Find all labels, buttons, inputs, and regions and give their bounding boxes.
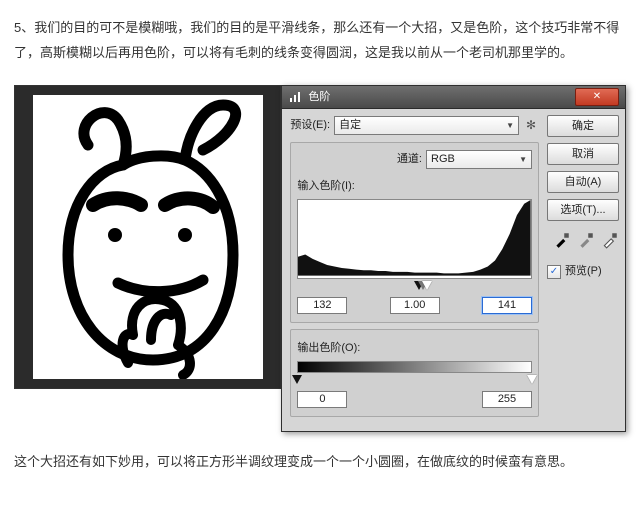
- preset-label: 预设(E):: [290, 115, 330, 136]
- dialog-body: 预设(E): 自定 ▼ ✻ 通道: RGB ▼: [282, 109, 625, 431]
- paragraph-bottom: 这个大招还有如下妙用，可以将正方形半调纹理变成一个一个小圆圈，在做底纹的时候蛮有…: [14, 450, 626, 475]
- close-icon: ✕: [593, 92, 601, 102]
- output-gradient: [297, 361, 532, 373]
- preset-value: 自定: [339, 115, 361, 136]
- dialog-right-column: 确定 取消 自动(A) 选项(T)... ✓ 预: [547, 115, 619, 423]
- auto-button[interactable]: 自动(A): [547, 171, 619, 193]
- output-black-field[interactable]: 0: [297, 391, 347, 408]
- eyedropper-white-button[interactable]: [601, 231, 619, 249]
- eyedropper-gray-icon: [577, 231, 595, 249]
- input-levels-label: 输入色阶(I):: [297, 176, 532, 197]
- input-black-field[interactable]: 132: [297, 297, 347, 314]
- preview-checkbox[interactable]: ✓: [547, 265, 561, 279]
- output-levels-group: 输出色阶(O): 0 255: [290, 329, 539, 417]
- eyedropper-gray-button[interactable]: [577, 231, 595, 249]
- output-slider-track[interactable]: [297, 375, 532, 387]
- input-values-row: 132 1.00 141: [297, 297, 532, 314]
- preset-row: 预设(E): 自定 ▼ ✻: [290, 115, 539, 136]
- chevron-down-icon: ▼: [506, 118, 514, 133]
- paragraph-top: 5、我们的目的可不是模糊哦，我们的目的是平滑线条，那么还有一个大招，又是色阶，这…: [14, 16, 626, 65]
- output-white-slider[interactable]: [527, 375, 537, 384]
- channel-row: 通道: RGB ▼: [297, 149, 532, 170]
- levels-titlebar-icon: [288, 90, 302, 104]
- input-gamma-field[interactable]: 1.00: [390, 297, 440, 314]
- levels-dialog: 色阶 ✕ 预设(E): 自定 ▼ ✻: [281, 85, 626, 432]
- gear-icon: ✻: [526, 114, 536, 137]
- preview-row: ✓ 预览(P): [547, 261, 619, 282]
- output-levels-label: 输出色阶(O):: [297, 338, 532, 359]
- drawing-preview: [33, 95, 263, 379]
- close-button[interactable]: ✕: [575, 88, 619, 106]
- preview-label: 预览(P): [565, 261, 602, 282]
- eyedropper-row: [547, 231, 619, 249]
- channel-value: RGB: [431, 149, 455, 170]
- eyedropper-black-icon: [553, 231, 571, 249]
- content-row: 色阶 ✕ 预设(E): 自定 ▼ ✻: [14, 85, 626, 432]
- canvas-area: [14, 85, 281, 389]
- channel-label: 通道:: [397, 149, 422, 170]
- options-button[interactable]: 选项(T)...: [547, 199, 619, 221]
- eyedropper-white-icon: [601, 231, 619, 249]
- eyedropper-black-button[interactable]: [553, 231, 571, 249]
- input-levels-group: 通道: RGB ▼ 输入色阶(I):: [290, 142, 539, 323]
- preset-dropdown[interactable]: 自定 ▼: [334, 116, 519, 135]
- chevron-down-icon: ▼: [519, 152, 527, 167]
- output-white-field[interactable]: 255: [482, 391, 532, 408]
- ok-button[interactable]: 确定: [547, 115, 619, 137]
- cancel-button[interactable]: 取消: [547, 143, 619, 165]
- channel-dropdown[interactable]: RGB ▼: [426, 150, 532, 169]
- histogram: [297, 199, 532, 279]
- preset-options-button[interactable]: ✻: [523, 118, 539, 134]
- dialog-title: 色阶: [308, 87, 575, 108]
- output-black-slider[interactable]: [292, 375, 302, 384]
- input-white-slider[interactable]: [422, 281, 432, 290]
- input-white-field[interactable]: 141: [482, 297, 532, 314]
- dialog-left-column: 预设(E): 自定 ▼ ✻ 通道: RGB ▼: [290, 115, 539, 423]
- output-values-row: 0 255: [297, 391, 532, 408]
- input-slider-track[interactable]: [297, 281, 532, 293]
- dialog-titlebar[interactable]: 色阶 ✕: [282, 86, 625, 109]
